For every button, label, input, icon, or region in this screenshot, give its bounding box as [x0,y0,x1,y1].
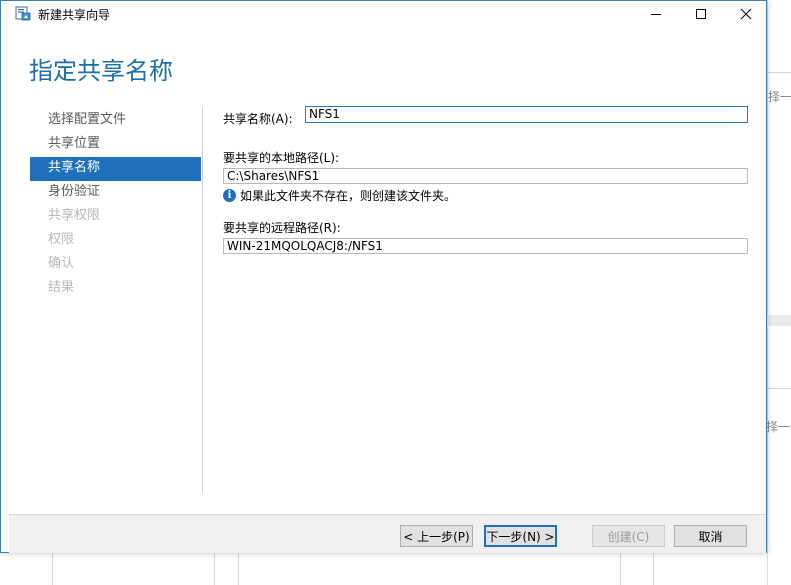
nav-item-select-profile[interactable]: 选择配置文件 [30,109,201,133]
nav-item-results: 结果 [48,280,75,295]
background-divider [653,553,654,585]
nav-item-share-permissions: 共享权限 [48,208,101,223]
next-button[interactable]: 下一步(N) > [484,525,557,547]
cancel-button[interactable]: 取消 [674,525,747,547]
wizard-steps-nav: 选择配置文件 共享位置 共享名称 身份验证 共享权限 权限 确认 结果 [30,109,201,301]
close-button[interactable] [723,1,768,27]
title-bar[interactable]: 新建共享向导 [1,1,766,27]
maximize-icon [695,9,706,19]
remote-path-field[interactable]: WIN-21MQOLQACJ8:/NFS1 [223,238,748,254]
share-name-label: 共享名称(A): [223,112,293,126]
nav-item-confirmation: 确认 [48,256,75,271]
info-message: i 如果此文件夹不存在，则创建该文件夹。 [223,187,456,204]
previous-button[interactable]: < 上一步(P) [400,525,473,547]
info-icon: i [223,189,236,202]
wizard-footer: < 上一步(P) 下一步(N) > 创建(C) 取消 [9,514,766,553]
background-divider [52,553,53,585]
nav-item-permissions: 权限 [48,232,75,247]
maximize-button[interactable] [678,1,723,27]
create-button: 创建(C) [592,525,665,547]
remote-path-label: 要共享的远程路径(R): [223,221,341,235]
close-icon [740,8,751,20]
share-wizard-icon [15,5,31,21]
nav-item-share-name[interactable]: 共享名称 [30,157,201,181]
background-divider [214,553,215,585]
background-divider [238,553,239,585]
info-text: 如果此文件夹不存在，则创建该文件夹。 [240,189,457,203]
nav-item-share-location[interactable]: 共享位置 [30,133,201,157]
window-title: 新建共享向导 [38,8,111,22]
background-text-top: 择一 [768,90,791,104]
minimize-button[interactable] [633,1,678,27]
local-path-label: 要共享的本地路径(L): [223,151,340,165]
nav-divider [202,107,203,493]
background-divider [767,72,791,73]
new-share-wizard-dialog: 新建共享向导 指定共享名称 选择配置文件 共享位置 共享名称 身份验证 共享权限… [0,0,767,553]
background-divider [620,553,621,585]
nav-item-authentication[interactable]: 身份验证 [30,181,201,205]
background-divider [767,315,791,326]
page-title: 指定共享名称 [29,57,173,85]
background-divider [767,388,791,389]
background-text-bottom: 择一个 [766,420,791,434]
minimize-icon [650,14,661,15]
local-path-field[interactable]: C:\Shares\NFS1 [223,168,748,184]
share-name-input[interactable]: NFS1 [305,106,748,123]
